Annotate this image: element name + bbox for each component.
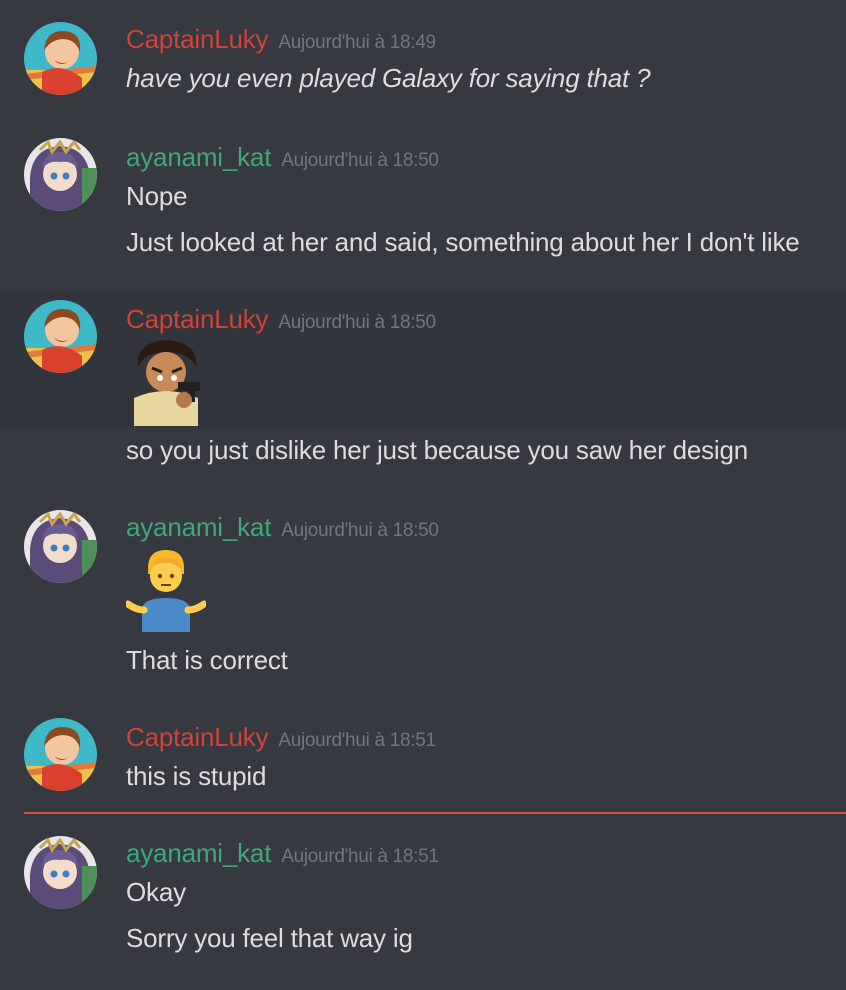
avatar-captainluky[interactable] [24,22,97,95]
avatar-ayanami-kat[interactable] [24,138,97,211]
avatar-captainluky[interactable] [24,718,97,791]
message-header: ayanami_kat Aujourd'hui à 18:51 [126,838,439,868]
message-text: have you even played Galaxy for saying t… [126,63,651,93]
anime-gun-emote-icon [134,340,200,426]
message-text: this is stupid [126,761,267,791]
timestamp[interactable]: Aujourd'hui à 18:50 [281,150,439,171]
username[interactable]: ayanami_kat [126,838,271,868]
captainluky-avatar-icon [24,300,97,373]
captainluky-avatar-icon [24,22,97,95]
message-header: CaptainLuky Aujourd'hui à 18:50 [126,304,436,334]
timestamp[interactable]: Aujourd'hui à 18:51 [278,730,436,751]
username[interactable]: ayanami_kat [126,142,271,172]
new-messages-divider [24,812,846,814]
custom-emote[interactable] [126,338,206,431]
message-header: ayanami_kat Aujourd'hui à 18:50 [126,512,439,542]
timestamp[interactable]: Aujourd'hui à 18:50 [281,520,439,541]
person-shrugging-icon [124,550,208,632]
username[interactable]: CaptainLuky [126,304,269,334]
username[interactable]: CaptainLuky [126,24,269,54]
avatar-captainluky[interactable] [24,300,97,373]
message-text: Nope [126,181,188,211]
timestamp[interactable]: Aujourd'hui à 18:51 [281,846,439,867]
chat-message-list: CaptainLuky Aujourd'hui à 18:49 have you … [0,0,846,990]
message-header: CaptainLuky Aujourd'hui à 18:51 [126,722,436,752]
message-text: Okay [126,877,186,907]
username[interactable]: CaptainLuky [126,722,269,752]
message-text: Sorry you feel that way ig [126,923,413,953]
username[interactable]: ayanami_kat [126,512,271,542]
message-text: Just looked at her and said, something a… [126,227,800,257]
emoji[interactable] [124,548,208,637]
message-header: ayanami_kat Aujourd'hui à 18:50 [126,142,439,172]
message-text: so you just dislike her just because you… [126,435,749,465]
message-text: That is correct [126,645,288,675]
avatar-ayanami-kat[interactable] [24,510,97,583]
ayanami-kat-avatar-icon [24,836,97,909]
message-header: CaptainLuky Aujourd'hui à 18:49 [126,24,436,54]
timestamp[interactable]: Aujourd'hui à 18:49 [278,32,436,53]
timestamp[interactable]: Aujourd'hui à 18:50 [278,312,436,333]
ayanami-kat-avatar-icon [24,138,97,211]
captainluky-avatar-icon [24,718,97,791]
ayanami-kat-avatar-icon [24,510,97,583]
avatar-ayanami-kat[interactable] [24,836,97,909]
